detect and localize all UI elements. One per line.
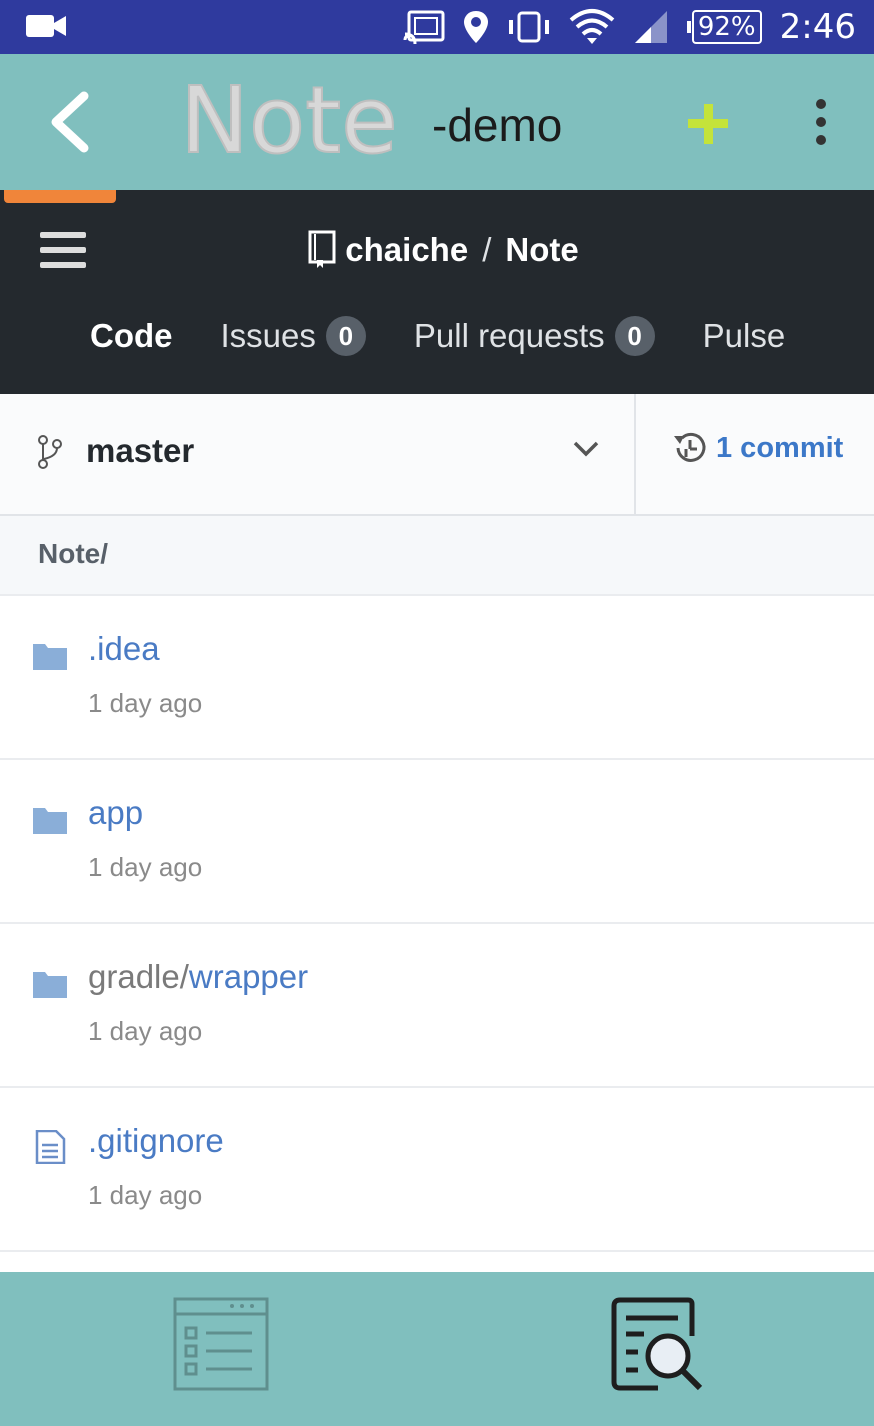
file-name: .idea bbox=[88, 630, 160, 667]
tab-code[interactable]: Code bbox=[90, 317, 173, 355]
repo-book-icon bbox=[308, 230, 336, 268]
current-path: Note/ bbox=[38, 538, 108, 569]
tab-pull-requests[interactable]: Pull requests 0 bbox=[414, 316, 655, 356]
file-name: gradle/wrapper bbox=[88, 958, 309, 995]
page-load-progress bbox=[4, 190, 116, 203]
tab-pull-requests-label: Pull requests bbox=[413, 317, 605, 354]
branch-selector[interactable]: master bbox=[0, 394, 636, 514]
file-row-gitignore[interactable]: .gitignore 1 day ago bbox=[0, 1088, 874, 1252]
repo-tabs: Code Issues 0 Pull requests 0 Pulse bbox=[90, 316, 785, 356]
back-button[interactable] bbox=[40, 90, 100, 154]
issues-count-badge: 0 bbox=[325, 316, 366, 356]
github-header: chaiche / Note Code Issues 0 Pull reques… bbox=[0, 190, 874, 394]
chevron-down-icon bbox=[573, 441, 599, 457]
commits-link[interactable]: 1 commit bbox=[672, 430, 843, 466]
repo-title: chaiche / Note bbox=[0, 230, 874, 270]
tab-pulse-label: Pulse bbox=[702, 317, 786, 354]
search-button[interactable] bbox=[608, 1296, 708, 1396]
file-row-app[interactable]: app 1 day ago bbox=[0, 760, 874, 924]
signal-icon bbox=[634, 11, 667, 43]
tab-issues[interactable]: Issues 0 bbox=[221, 316, 366, 356]
branch-name: master bbox=[86, 432, 195, 469]
file-text-icon bbox=[35, 1130, 66, 1164]
pull-requests-count-badge: 0 bbox=[614, 316, 655, 356]
folder-icon bbox=[33, 808, 67, 834]
tab-issues-label: Issues bbox=[220, 317, 316, 354]
app-toolbar: Note -demo bbox=[0, 54, 874, 190]
plus-icon bbox=[688, 104, 728, 144]
file-updated-time: 1 day ago bbox=[88, 1016, 203, 1046]
battery-level: 92% bbox=[691, 10, 762, 44]
cast-icon bbox=[403, 10, 445, 44]
add-button[interactable] bbox=[684, 100, 732, 148]
file-updated-time: 1 day ago bbox=[88, 1180, 203, 1210]
file-name: .gitignore bbox=[88, 1122, 224, 1159]
logo-letters: Note bbox=[180, 72, 398, 172]
file-list: .idea 1 day ago app 1 day ago gradle/wra… bbox=[0, 596, 874, 1252]
back-arrow-icon bbox=[51, 91, 89, 153]
tab-code-label: Code bbox=[90, 317, 173, 354]
repo-owner-link[interactable]: chaiche bbox=[345, 231, 468, 269]
git-branch-icon bbox=[38, 435, 62, 469]
list-view-icon bbox=[173, 1297, 269, 1391]
commits-label: 1 commit bbox=[716, 431, 844, 464]
file-name: app bbox=[88, 794, 144, 831]
search-document-icon bbox=[611, 1297, 703, 1391]
location-icon bbox=[463, 11, 488, 43]
clock: 2:46 bbox=[779, 7, 856, 47]
file-updated-time: 1 day ago bbox=[88, 852, 203, 882]
list-view-button[interactable] bbox=[172, 1296, 272, 1396]
more-vert-icon bbox=[816, 99, 826, 145]
repo-name-link[interactable]: Note bbox=[505, 231, 578, 269]
history-icon bbox=[674, 432, 706, 462]
breadcrumb: Note/ bbox=[0, 516, 874, 596]
app-title-suffix: -demo bbox=[432, 99, 563, 151]
repo-separator: / bbox=[482, 231, 492, 268]
more-options-button[interactable] bbox=[806, 98, 836, 146]
folder-icon bbox=[33, 644, 67, 670]
file-updated-time: 1 day ago bbox=[88, 688, 203, 718]
vibrate-icon bbox=[508, 11, 549, 43]
tab-pulse[interactable]: Pulse bbox=[703, 317, 786, 355]
branch-bar: master 1 commit bbox=[0, 394, 874, 516]
status-bar: 92% 2:46 bbox=[0, 0, 874, 54]
folder-icon bbox=[33, 972, 67, 998]
wifi-icon bbox=[569, 9, 615, 44]
bottom-navigation bbox=[0, 1272, 874, 1426]
battery-indicator: 92% bbox=[686, 10, 762, 44]
file-row-idea[interactable]: .idea 1 day ago bbox=[0, 596, 874, 760]
app-logo: Note bbox=[180, 72, 399, 172]
file-row-gradle-wrapper[interactable]: gradle/wrapper 1 day ago bbox=[0, 924, 874, 1088]
video-camera-icon bbox=[26, 15, 66, 37]
